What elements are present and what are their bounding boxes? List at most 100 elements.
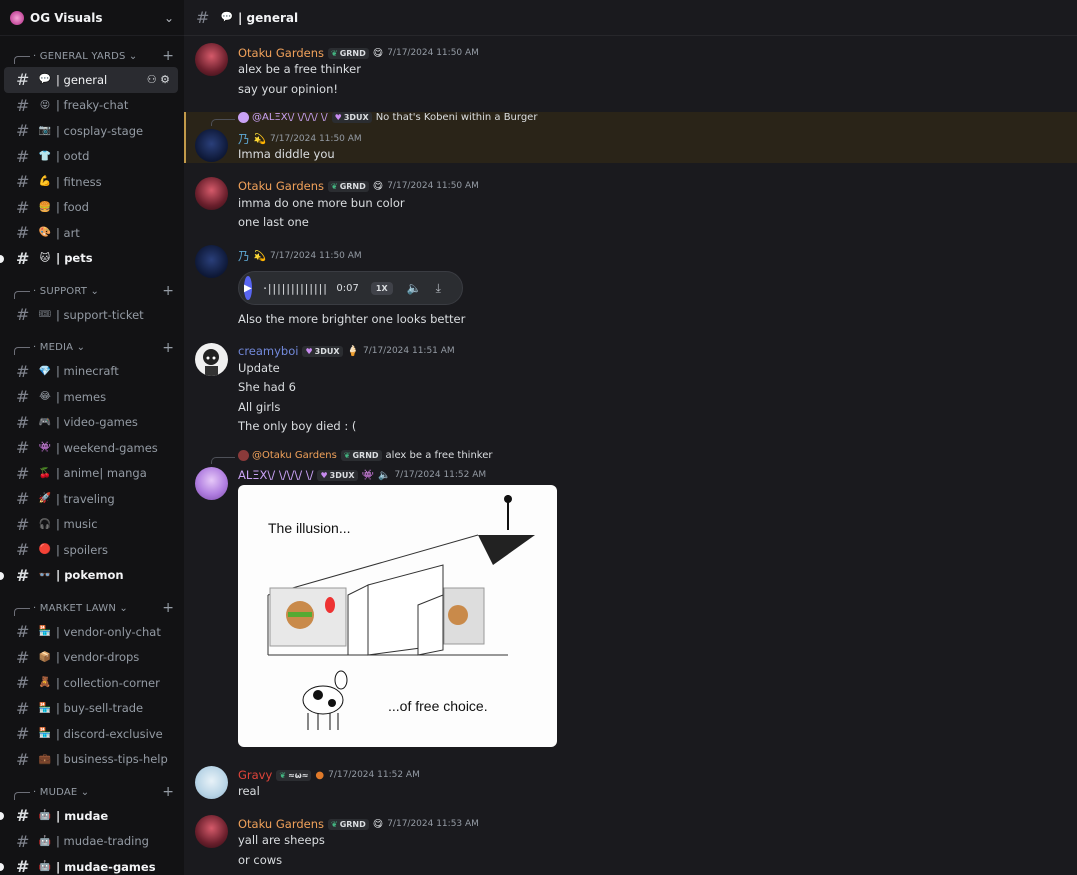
- channel-name: | mudae-trading: [56, 834, 149, 849]
- channel-item[interactable]: # 🎟 | support-ticket: [4, 302, 178, 328]
- author-name[interactable]: 乃: [238, 131, 250, 147]
- server-header[interactable]: OG Visuals ⌄: [0, 0, 184, 36]
- author-name[interactable]: Gravy: [238, 768, 272, 782]
- channel-sidebar: OG Visuals ⌄ · GENERAL YARDS ⌄ + # 💬 | gener…: [0, 0, 184, 875]
- channel-item[interactable]: # 🚀 | traveling: [4, 486, 178, 512]
- add-channel-icon[interactable]: +: [162, 784, 174, 800]
- add-channel-icon[interactable]: +: [162, 48, 174, 64]
- channel-item[interactable]: # 🔴 | spoilers: [4, 537, 178, 563]
- channel-item[interactable]: # 🤖 | mudae-games: [0, 854, 178, 875]
- reply-author[interactable]: @Otaku Gardens: [252, 450, 337, 461]
- channel-name: | anime| manga: [56, 466, 147, 481]
- gear-icon[interactable]: ⚙: [160, 73, 170, 86]
- channel-item[interactable]: # 💎 | minecraft: [4, 359, 178, 385]
- category-header[interactable]: · MARKET LAWN ⌄ +: [0, 597, 184, 619]
- message-line: She had 6: [238, 380, 296, 394]
- author-name[interactable]: Otaku Gardens: [238, 817, 324, 831]
- message-line: alex be a free thinker: [238, 62, 361, 76]
- channel-name: | traveling: [56, 491, 115, 506]
- channel-item[interactable]: # 😝 | freaky-chat: [4, 93, 178, 119]
- channel-item[interactable]: # 🧸 | collection-corner: [4, 670, 178, 696]
- guild-tag[interactable]: ❦ ≈ω≈: [276, 769, 312, 781]
- message-line: Also the more brighter one looks better: [238, 312, 466, 326]
- channel-item[interactable]: # 🍔 | food: [4, 195, 178, 221]
- author-name[interactable]: 乃: [238, 248, 250, 264]
- channel-item[interactable]: # 🍒 | anime| manga: [4, 461, 178, 487]
- channel-item[interactable]: # 💬 | general ⚇ ⚙: [4, 67, 178, 93]
- channel-item[interactable]: # 👾 | weekend-games: [4, 435, 178, 461]
- category-header[interactable]: · MEDIA ⌄ +: [0, 337, 184, 359]
- chevron-down-icon[interactable]: ⌄: [164, 11, 174, 25]
- channel-item[interactable]: # 📷 | cosplay-stage: [4, 118, 178, 144]
- channel-item[interactable]: # 💼 | business-tips-help: [4, 747, 178, 773]
- hash-icon: #: [16, 387, 30, 407]
- waveform[interactable]: ·|||||||||||||: [262, 282, 329, 295]
- image-attachment[interactable]: The illusion... ...of free choice.: [238, 485, 557, 747]
- guild-tag[interactable]: ❦ GRND: [328, 47, 369, 59]
- author-name[interactable]: Otaku Gardens: [238, 179, 324, 193]
- avatar[interactable]: [195, 766, 228, 799]
- channel-name: | pokemon: [56, 568, 124, 583]
- avatar[interactable]: [195, 815, 228, 848]
- avatar[interactable]: [195, 177, 228, 210]
- guild-tag[interactable]: ❦ GRND: [328, 180, 369, 192]
- channel-emoji-icon: 💬: [38, 74, 52, 86]
- channel-item[interactable]: # 🏪 | discord-exclusive: [4, 721, 178, 747]
- hash-icon: #: [16, 857, 30, 875]
- category-header[interactable]: · GENERAL YARDS ⌄ +: [0, 45, 184, 67]
- avatar[interactable]: [195, 343, 228, 376]
- avatar[interactable]: [195, 129, 228, 162]
- volume-icon[interactable]: 🔈: [407, 281, 422, 295]
- add-channel-icon[interactable]: +: [162, 283, 174, 299]
- category-label: · MEDIA ⌄: [33, 342, 86, 353]
- author-name[interactable]: ALΞX\/ \/\/\/ \/: [238, 468, 313, 482]
- channel-item[interactable]: # 😂 | memes: [4, 384, 178, 410]
- channel-emoji-icon: 🚀: [38, 493, 52, 505]
- channel-item[interactable]: # 🏪 | buy-sell-trade: [4, 696, 178, 722]
- channel-name: | freaky-chat: [56, 98, 129, 113]
- add-channel-icon[interactable]: +: [162, 600, 174, 616]
- channel-item[interactable]: # 🎮 | video-games: [4, 410, 178, 436]
- guild-tag[interactable]: ♥ 3DUX: [302, 345, 343, 357]
- badge-icon: 👾: [361, 469, 374, 481]
- channel-item[interactable]: # 🤖 | mudae-trading: [4, 829, 178, 855]
- playback-speed-button[interactable]: 1X: [370, 281, 393, 295]
- channel-emoji-icon: 🎟: [38, 309, 52, 321]
- play-icon[interactable]: ▶: [244, 276, 252, 300]
- channel-item[interactable]: # 🎧 | music: [4, 512, 178, 538]
- add-channel-icon[interactable]: +: [162, 340, 174, 356]
- channel-name: | business-tips-help: [56, 752, 168, 767]
- channel-topbar: # 💬 | general: [184, 0, 1077, 36]
- avatar[interactable]: [195, 43, 228, 76]
- message-line: Update: [238, 361, 280, 375]
- hash-icon: #: [16, 698, 30, 718]
- hash-icon: #: [16, 121, 30, 141]
- channel-item[interactable]: # 🐱 | pets: [0, 246, 178, 272]
- server-icon: [10, 10, 24, 25]
- hash-icon: #: [16, 172, 30, 192]
- channel-item[interactable]: # 📦 | vendor-drops: [4, 645, 178, 671]
- channel-item[interactable]: # 👓 | pokemon: [0, 563, 178, 589]
- meme-bottom-text: ...of free choice.: [388, 698, 488, 714]
- guild-tag[interactable]: ❦ GRND: [328, 818, 369, 830]
- download-icon[interactable]: ⤓: [436, 281, 441, 296]
- category-header[interactable]: · MUDAE ⌄ +: [0, 781, 184, 803]
- author-name[interactable]: creamyboi: [238, 344, 298, 358]
- author-name[interactable]: Otaku Gardens: [238, 46, 324, 60]
- channel-emoji-icon: 🏪: [38, 728, 52, 740]
- channel-emoji-icon: 🏪: [38, 626, 52, 638]
- reply-preview[interactable]: @ALΞX\/ \/\/\/ \/ ♥ 3DUX No that's Kobeni…: [238, 112, 537, 123]
- channel-item[interactable]: # 👕 | ootd: [4, 144, 178, 170]
- reply-preview[interactable]: @Otaku Gardens ❦ GRND alex be a free thin…: [238, 450, 492, 461]
- channel-item[interactable]: # 🎨 | art: [4, 220, 178, 246]
- avatar[interactable]: [195, 467, 228, 500]
- channel-emoji-icon: 📦: [38, 651, 52, 663]
- channel-item[interactable]: # 🏪 | vendor-only-chat: [4, 619, 178, 645]
- guild-tag[interactable]: ♥ 3DUX: [317, 469, 358, 481]
- avatar[interactable]: [195, 245, 228, 278]
- channel-item[interactable]: # 🤖 | mudae: [0, 803, 178, 829]
- category-header[interactable]: · SUPPORT ⌄ +: [0, 280, 184, 302]
- reply-author[interactable]: @ALΞX\/ \/\/\/ \/: [252, 112, 328, 123]
- channel-item[interactable]: # 💪 | fitness: [4, 169, 178, 195]
- add-member-icon[interactable]: ⚇: [147, 73, 157, 86]
